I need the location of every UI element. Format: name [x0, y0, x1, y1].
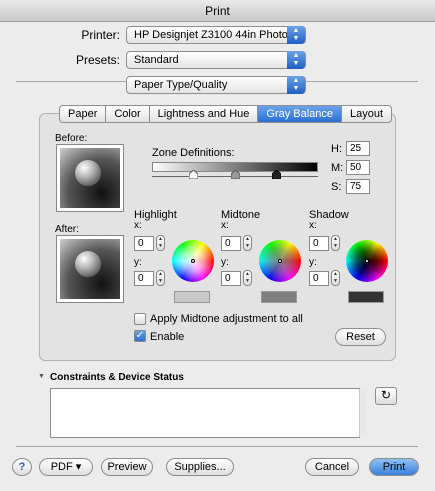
tab-layout[interactable]: Layout [341, 106, 391, 122]
apply-midtone-checkbox[interactable] [134, 313, 146, 325]
after-preview-image [56, 235, 124, 303]
preview-sphere [75, 251, 101, 277]
midtone-x-label: x: [221, 220, 229, 231]
midtone-zone-knob[interactable] [231, 170, 240, 179]
before-label: Before: [55, 133, 88, 144]
pane-value: Paper Type/Quality [134, 79, 228, 91]
window-title: Print [205, 4, 230, 18]
shadow-wheel-marker[interactable] [365, 259, 369, 263]
shadow-zone-knob[interactable] [272, 170, 281, 179]
shadow-swatch [348, 291, 384, 303]
constraints-scrollbar[interactable] [359, 389, 367, 437]
disclosure-triangle-icon[interactable]: ▼ [38, 373, 45, 380]
h-input[interactable]: 25 [346, 141, 370, 156]
after-label: After: [55, 224, 79, 235]
printer-select[interactable]: HP Designjet Z3100 44in Photo ▲ ▼ [126, 26, 306, 44]
tab-lightness-and-hue[interactable]: Lightness and Hue [148, 106, 258, 122]
midtone-x-stepper[interactable]: ▲ ▼ [243, 235, 252, 251]
midtone-swatch [261, 291, 297, 303]
pane-select[interactable]: Paper Type/Quality ▲ ▼ [126, 76, 306, 94]
highlight-x-label: x: [134, 220, 142, 231]
highlight-y-stepper[interactable]: ▲ ▼ [156, 270, 165, 286]
highlight-zone-knob[interactable] [189, 170, 198, 179]
pdf-button[interactable]: PDF ▾ [39, 458, 93, 476]
highlight-wheel-marker[interactable] [191, 259, 195, 263]
presets-label: Presets: [75, 53, 120, 67]
printer-label: Printer: [81, 28, 120, 42]
tab-bar: Paper Color Lightness and Hue Gray Balan… [59, 105, 393, 123]
shadow-color-wheel[interactable] [346, 240, 388, 282]
before-preview-image [56, 144, 124, 212]
enable-checkbox[interactable]: ✓ [134, 330, 146, 342]
popup-arrows-icon: ▲ ▼ [287, 51, 305, 69]
preview-sphere [75, 160, 101, 186]
cancel-button[interactable]: Cancel [305, 458, 359, 476]
tab-gray-balance[interactable]: Gray Balance [257, 106, 342, 122]
reset-button[interactable]: Reset [335, 328, 386, 346]
shadow-y-input[interactable]: 0 [309, 271, 329, 286]
popup-arrows-icon: ▲ ▼ [287, 26, 305, 44]
h-label: H: [331, 143, 342, 155]
refresh-icon[interactable]: ↻ [375, 387, 397, 405]
m-label: M: [331, 162, 344, 174]
highlight-color-wheel[interactable] [172, 240, 214, 282]
printer-value: HP Designjet Z3100 44in Photo [134, 29, 288, 41]
midtone-y-input[interactable]: 0 [221, 271, 241, 286]
constraints-label: Constraints & Device Status [50, 372, 184, 383]
highlight-x-input[interactable]: 0 [134, 236, 154, 251]
midtone-y-stepper[interactable]: ▲ ▼ [243, 270, 252, 286]
midtone-x-input[interactable]: 0 [221, 236, 241, 251]
supplies-button[interactable]: Supplies... [166, 458, 234, 476]
highlight-y-input[interactable]: 0 [134, 271, 154, 286]
enable-label: Enable [150, 331, 185, 343]
shadow-x-stepper[interactable]: ▲ ▼ [331, 235, 340, 251]
s-label: S: [331, 181, 342, 193]
midtone-color-wheel[interactable] [259, 240, 301, 282]
highlight-x-stepper[interactable]: ▲ ▼ [156, 235, 165, 251]
constraints-text-area[interactable] [50, 388, 360, 438]
shadow-y-label: y: [309, 257, 317, 268]
tab-paper[interactable]: Paper [60, 106, 105, 122]
zone-definitions-label: Zone Definitions: [152, 147, 235, 159]
preview-button[interactable]: Preview [101, 458, 153, 476]
presets-value: Standard [134, 54, 179, 66]
print-button[interactable]: Print [369, 458, 419, 476]
midtone-y-label: y: [221, 257, 229, 268]
divider [16, 446, 418, 447]
tab-color[interactable]: Color [105, 106, 148, 122]
highlight-swatch [174, 291, 210, 303]
help-button[interactable]: ? [12, 458, 32, 476]
shadow-y-stepper[interactable]: ▲ ▼ [331, 270, 340, 286]
window-title-bar: Print [0, 0, 435, 22]
presets-select[interactable]: Standard ▲ ▼ [126, 51, 306, 69]
highlight-y-label: y: [134, 257, 142, 268]
m-input[interactable]: 50 [346, 160, 370, 175]
shadow-x-input[interactable]: 0 [309, 236, 329, 251]
midtone-wheel-marker[interactable] [278, 259, 282, 263]
apply-midtone-label: Apply Midtone adjustment to all [150, 313, 303, 325]
shadow-x-label: x: [309, 220, 317, 231]
popup-arrows-icon: ▲ ▼ [287, 76, 305, 94]
s-input[interactable]: 75 [346, 179, 370, 194]
